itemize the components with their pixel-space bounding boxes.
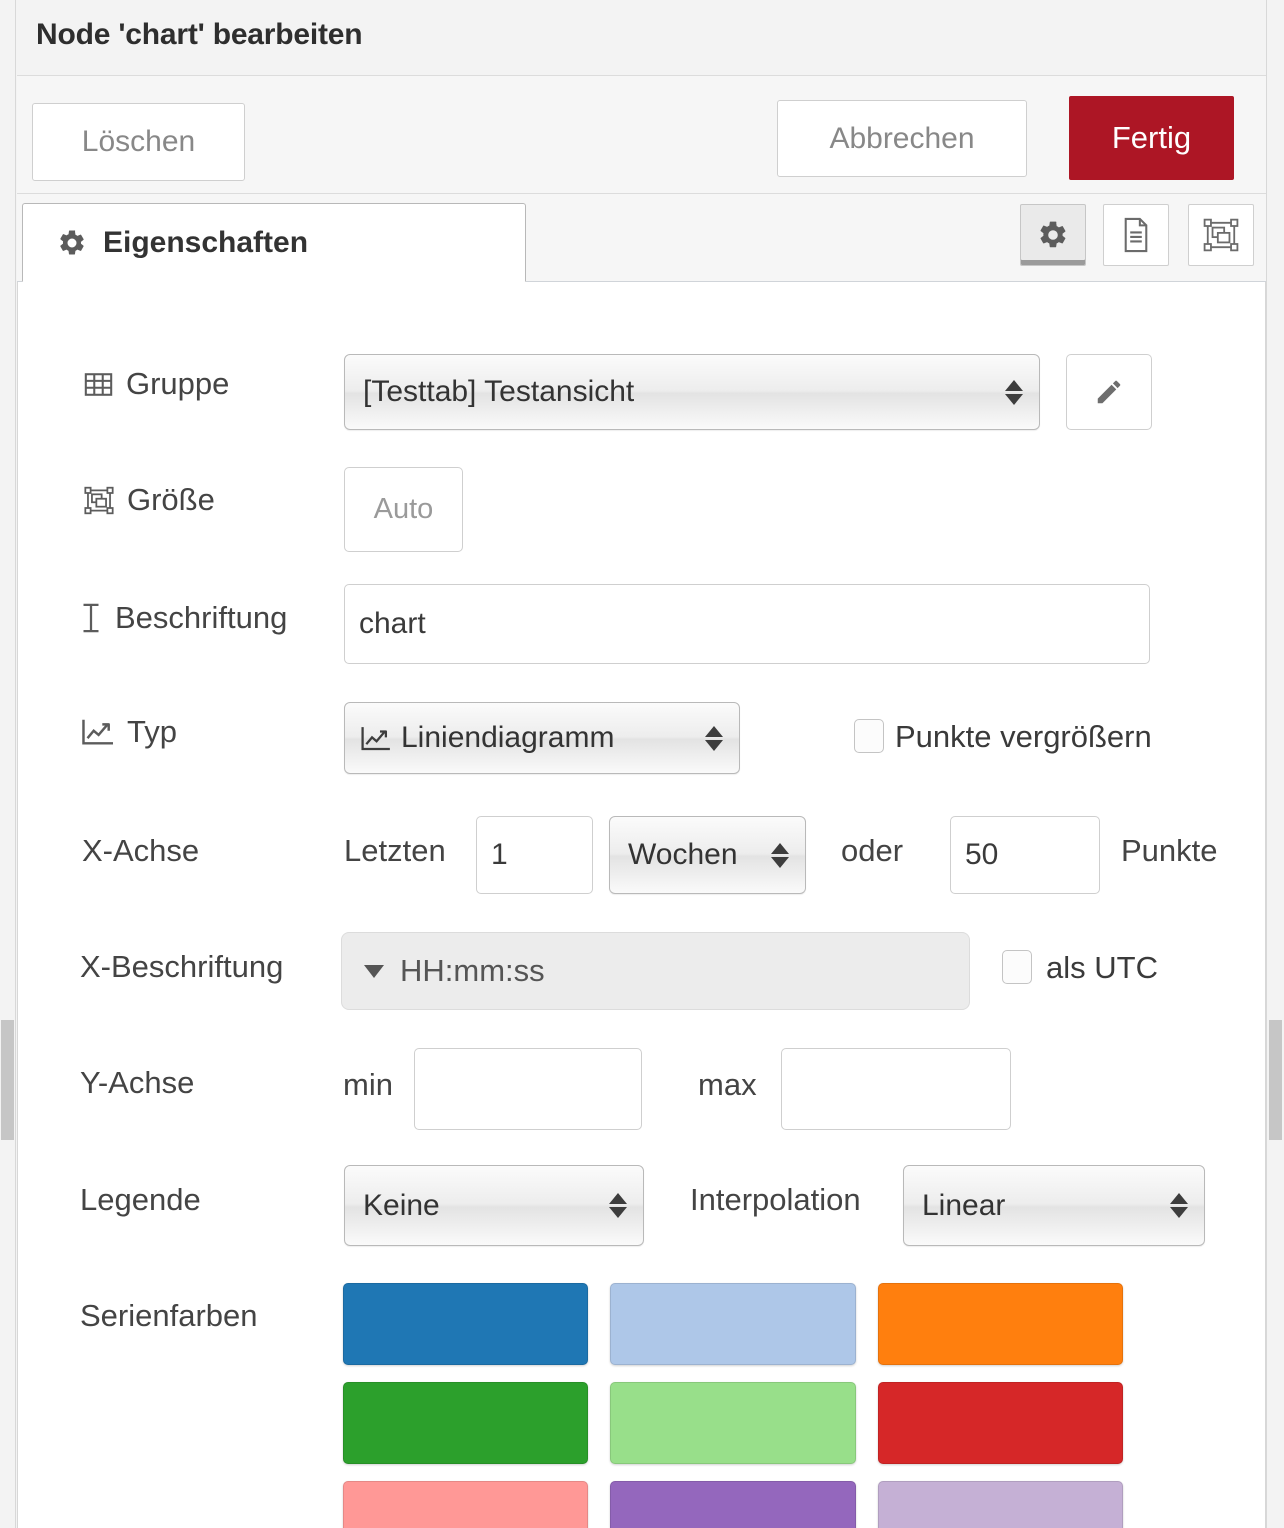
xaxis-unit-select[interactable]: Wochen <box>609 816 806 894</box>
delete-button[interactable]: Löschen <box>32 103 245 181</box>
appearance-icon-button[interactable] <box>1188 204 1254 266</box>
yaxis-max-input[interactable] <box>781 1048 1011 1130</box>
tab-properties-label: Eigenschaften <box>103 225 309 259</box>
chevron-updown-icon <box>601 1193 635 1218</box>
utc-checkbox[interactable] <box>1002 950 1032 984</box>
yaxis-min-label: min <box>343 1067 393 1102</box>
xlabel-format-select[interactable]: HH:mm:ss <box>341 932 970 1010</box>
yaxis-label: Y-Achse <box>80 1065 195 1100</box>
type-select-value: Liniendiagramm <box>401 721 615 754</box>
group-label-text: Gruppe <box>126 366 230 401</box>
size-auto-button[interactable]: Auto <box>344 467 463 552</box>
series-color-swatch[interactable] <box>877 1382 1123 1464</box>
xaxis-unit-value: Wochen <box>628 838 738 871</box>
utc-label: als UTC <box>1046 950 1158 985</box>
chevron-updown-icon <box>763 842 797 868</box>
xaxis-points-input[interactable] <box>950 816 1100 894</box>
interpolation-select-value: Linear <box>922 1188 1006 1222</box>
scrollbar-thumb-right[interactable] <box>1269 1020 1282 1140</box>
series-color-swatch[interactable] <box>877 1283 1123 1365</box>
interpolation-select[interactable]: Linear <box>903 1165 1205 1246</box>
series-color-swatch[interactable] <box>343 1283 589 1365</box>
xlabel-label: X-Beschriftung <box>80 949 284 984</box>
xaxis-amount-input[interactable] <box>476 816 593 894</box>
object-group-icon <box>84 486 114 515</box>
xaxis-last-label: Letzten <box>344 833 446 868</box>
enlarge-points-checkbox[interactable] <box>854 719 884 753</box>
series-color-swatch[interactable] <box>610 1382 856 1464</box>
series-colors-grid <box>343 1283 1123 1528</box>
xaxis-points-label: Punkte <box>1121 833 1218 868</box>
size-label-text: Größe <box>127 482 215 517</box>
tab-properties[interactable]: Eigenschaften <box>22 203 526 282</box>
enlarge-points-label: Punkte vergrößern <box>895 719 1152 754</box>
yaxis-max-label: max <box>698 1067 757 1102</box>
series-color-swatch[interactable] <box>343 1382 589 1464</box>
series-colors-row <box>343 1382 1123 1464</box>
dialog-button-bar: Löschen Abbrechen Fertig <box>17 76 1266 194</box>
xaxis-or-label: oder <box>841 833 904 868</box>
chevron-down-icon <box>364 964 384 978</box>
chevron-updown-icon <box>1162 1193 1196 1218</box>
yaxis-min-input[interactable] <box>414 1048 642 1130</box>
type-select[interactable]: Liniendiagramm <box>344 702 740 774</box>
type-label: Typ <box>82 714 177 750</box>
xaxis-label: X-Achse <box>82 833 200 868</box>
chevron-updown-icon <box>697 725 731 751</box>
scrollbar-thumb-left[interactable] <box>1 1020 14 1140</box>
dialog-tab-bar: Eigenschaften <box>17 194 1266 282</box>
description-icon-button[interactable] <box>1103 204 1169 266</box>
caption-label-text: Beschriftung <box>115 600 288 635</box>
caption-input[interactable] <box>344 584 1150 664</box>
interpolation-label: Interpolation <box>690 1182 861 1217</box>
series-color-swatch[interactable] <box>610 1481 856 1528</box>
legend-select-value: Keine <box>363 1188 440 1222</box>
series-color-swatch[interactable] <box>343 1481 589 1528</box>
size-label: Größe <box>84 482 215 518</box>
series-color-swatch[interactable] <box>877 1481 1123 1528</box>
gear-icon <box>57 228 87 258</box>
line-chart-icon <box>82 718 114 746</box>
size-auto-label: Auto <box>373 493 434 525</box>
right-gutter <box>1266 0 1284 1528</box>
xlabel-format-value: HH:mm:ss <box>400 953 545 988</box>
series-colors-row <box>343 1481 1123 1528</box>
document-icon <box>1120 217 1152 253</box>
done-button[interactable]: Fertig <box>1069 96 1234 180</box>
legend-select[interactable]: Keine <box>344 1165 644 1246</box>
series-colors-row <box>343 1283 1123 1365</box>
edit-node-dialog: Node 'chart' bearbeiten Löschen Abbreche… <box>0 0 1284 1528</box>
group-select-value: [Testtab] Testansicht <box>363 375 635 408</box>
group-label: Gruppe <box>84 366 229 402</box>
object-group-icon <box>1203 218 1239 252</box>
series-colors-label: Serienfarben <box>80 1298 258 1333</box>
line-chart-icon <box>345 726 391 751</box>
page-title: Node 'chart' bearbeiten <box>36 18 363 51</box>
legend-label: Legende <box>80 1182 201 1217</box>
gear-icon <box>1037 219 1069 251</box>
group-select[interactable]: [Testtab] Testansicht <box>344 354 1040 430</box>
properties-panel: Gruppe [Testtab] Testansicht Größe Auto … <box>17 282 1266 1528</box>
series-color-swatch[interactable] <box>610 1283 856 1365</box>
type-label-text: Typ <box>127 714 177 749</box>
table-icon <box>84 370 113 399</box>
left-gutter <box>0 0 16 1528</box>
text-cursor-icon <box>80 603 102 633</box>
dialog-titlebar: Node 'chart' bearbeiten <box>17 0 1266 76</box>
cancel-button[interactable]: Abbrechen <box>777 100 1027 177</box>
chevron-updown-icon <box>997 379 1031 405</box>
edit-group-button[interactable] <box>1066 354 1152 430</box>
pencil-icon <box>1094 377 1124 407</box>
gear-icon-button[interactable] <box>1020 204 1086 266</box>
caption-label: Beschriftung <box>80 600 287 636</box>
